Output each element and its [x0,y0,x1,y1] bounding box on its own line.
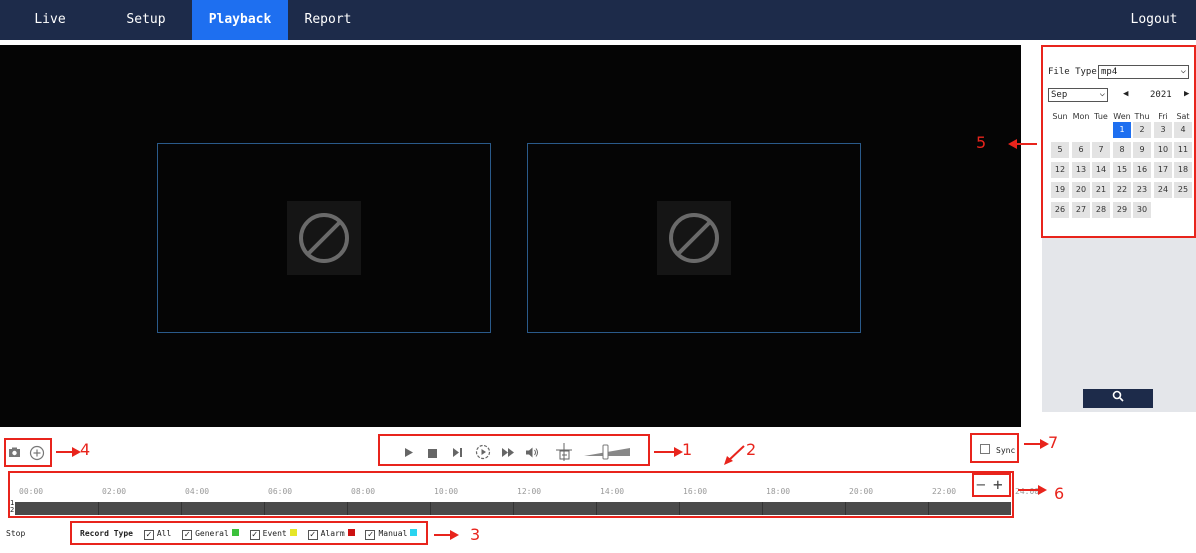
video-pane-1[interactable] [157,143,491,333]
annotation-7: 7 [1048,433,1059,452]
annotation-arrow-4 [56,447,81,457]
no-video-icon [657,201,731,275]
annotation-box-7 [970,433,1019,463]
annotation-arrow-7 [1024,439,1049,449]
annotation-5: 5 [976,133,987,152]
search-icon [1112,390,1124,405]
video-pane-2[interactable] [527,143,861,333]
nav-report[interactable]: Report [288,0,368,40]
video-playback-area[interactable] [0,45,1021,427]
annotation-box-6 [972,473,1011,497]
logout-link[interactable]: Logout [1120,0,1188,40]
annotation-6: 6 [1054,484,1065,503]
playback-status: Stop [6,529,26,538]
annotation-arrow-2 [722,444,746,470]
nav-live[interactable]: Live [0,0,100,40]
annotation-box-1 [378,434,650,466]
annotation-box-5 [1041,45,1196,238]
search-button[interactable] [1083,389,1153,408]
annotation-box-4 [4,438,52,467]
annotation-4: 4 [80,440,91,459]
annotation-arrow-5 [1008,139,1037,149]
nav-playback[interactable]: Playback [192,0,288,40]
annotation-2: 2 [746,440,757,459]
annotation-box-2 [8,471,1014,518]
annotation-arrow-6 [1018,485,1047,495]
no-video-icon [287,201,361,275]
nav-setup[interactable]: Setup [100,0,192,40]
annotation-box-3 [70,521,428,545]
top-nav: Live Setup Playback Report Logout [0,0,1196,40]
annotation-3: 3 [470,525,481,544]
annotation-arrow-3 [434,530,459,540]
annotation-arrow-1 [654,447,683,457]
annotation-1: 1 [682,440,693,459]
